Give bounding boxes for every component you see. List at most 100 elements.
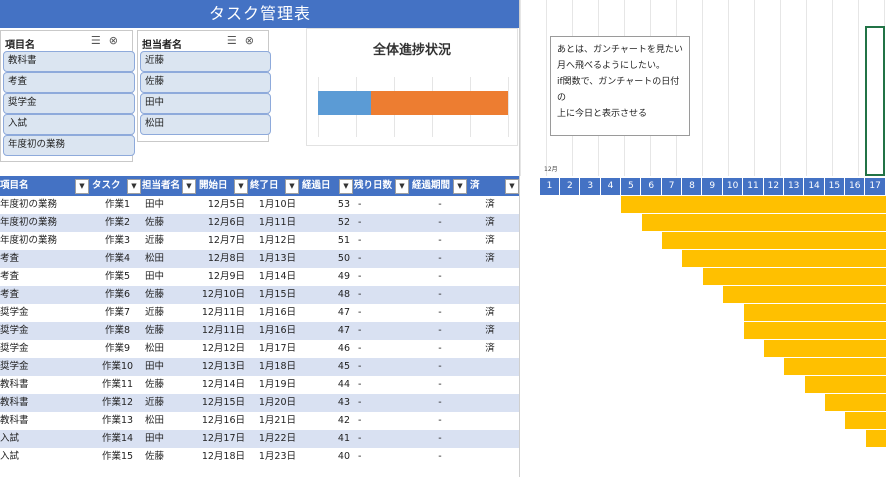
note-textbox[interactable]: あとは、ガンチャートを見たい 月へ飛べるようにしたい。 if関数で、ガンチャート… [550,36,690,136]
filter-dropdown-icon[interactable]: ▼ [75,179,89,194]
table-cell[interactable]: 40 [306,448,350,466]
table-cell[interactable]: - [412,250,468,268]
table-cell[interactable]: 41 [306,430,350,448]
table-cell[interactable]: 教科書 [0,376,88,394]
table-row[interactable]: 教科書 作業13 松田 12月16日 1月21日 42- - [0,412,520,431]
table-cell[interactable]: - [358,214,408,232]
multi-select-icon[interactable]: ☰ [91,34,109,47]
table-cell[interactable]: 年度初の業務 [0,214,88,232]
table-cell[interactable]: 入試 [0,430,88,448]
table-cell[interactable]: 12月9日 [199,268,245,286]
table-cell[interactable]: 済 [470,322,510,340]
table-cell[interactable]: - [412,196,468,214]
table-cell[interactable]: 佐藤 [145,214,195,232]
table-cell[interactable]: - [412,214,468,232]
table-cell[interactable]: - [358,358,408,376]
table-cell[interactable] [470,448,510,466]
filter-dropdown-icon[interactable]: ▼ [127,179,141,194]
table-cell[interactable]: - [412,304,468,322]
table-cell[interactable]: 作業14 [95,430,140,448]
table-cell[interactable]: 作業7 [95,304,140,322]
table-cell[interactable]: 作業9 [95,340,140,358]
table-cell[interactable]: 53 [306,196,350,214]
table-cell[interactable]: - [412,376,468,394]
slicer-option[interactable]: 近藤 [140,51,271,72]
table-cell[interactable]: 奨学金 [0,340,88,358]
table-cell[interactable]: 作業12 [95,394,140,412]
table-cell[interactable]: 1月22日 [252,430,296,448]
table-cell[interactable]: 43 [306,394,350,412]
table-cell[interactable]: 12月12日 [199,340,245,358]
table-cell[interactable]: 済 [470,304,510,322]
filter-dropdown-icon[interactable]: ▼ [505,179,519,194]
table-cell[interactable]: 佐藤 [145,376,195,394]
table-cell[interactable]: 松田 [145,412,195,430]
table-cell[interactable]: 田中 [145,430,195,448]
chart-bar-segment[interactable] [318,91,372,115]
table-cell[interactable]: - [412,412,468,430]
table-cell[interactable]: 47 [306,304,350,322]
slicer-option[interactable]: 入試 [3,114,135,135]
table-cell[interactable]: 1月16日 [252,304,296,322]
slicer-item-name[interactable]: 項目名 ☰⊗ 教科書 考査 奨学金 入試 年度初の業務 [0,30,135,162]
table-cell[interactable]: 12月5日 [199,196,245,214]
table-cell[interactable]: 1月13日 [252,250,296,268]
filter-dropdown-icon[interactable]: ▼ [182,179,196,194]
table-cell[interactable]: 田中 [145,268,195,286]
table-cell[interactable]: 済 [470,196,510,214]
table-cell[interactable]: - [358,340,408,358]
table-cell[interactable] [470,358,510,376]
table-cell[interactable]: - [358,250,408,268]
table-cell[interactable]: 入試 [0,448,88,466]
table-cell[interactable]: 47 [306,322,350,340]
table-cell[interactable]: 作業8 [95,322,140,340]
table-cell[interactable]: 作業6 [95,286,140,304]
slicer-option[interactable]: 松田 [140,114,271,135]
table-cell[interactable]: 12月8日 [199,250,245,268]
table-cell[interactable]: 作業2 [95,214,140,232]
table-cell[interactable]: 田中 [145,358,195,376]
table-cell[interactable]: 12月16日 [199,412,245,430]
table-cell[interactable]: 51 [306,232,350,250]
table-cell[interactable] [470,412,510,430]
table-cell[interactable]: 1月16日 [252,322,296,340]
table-cell[interactable]: 佐藤 [145,448,195,466]
table-cell[interactable]: - [358,430,408,448]
table-cell[interactable]: - [412,268,468,286]
slicer-option[interactable]: 佐藤 [140,72,271,93]
table-cell[interactable]: - [358,268,408,286]
table-cell[interactable]: 佐藤 [145,286,195,304]
filter-dropdown-icon[interactable]: ▼ [234,179,248,194]
table-cell[interactable]: 1月20日 [252,394,296,412]
table-cell[interactable]: 12月7日 [199,232,245,250]
table-cell[interactable]: 田中 [145,196,195,214]
table-cell[interactable]: - [358,286,408,304]
table-cell[interactable]: 考査 [0,268,88,286]
table-cell[interactable]: 教科書 [0,412,88,430]
slicer-option[interactable]: 考査 [3,72,135,93]
table-cell[interactable]: 年度初の業務 [0,196,88,214]
table-cell[interactable]: - [358,394,408,412]
table-row[interactable]: 奨学金 作業9 松田 12月12日 1月17日 46- - 済 [0,340,520,359]
table-row[interactable]: 考査 作業4 松田 12月8日 1月13日 50- - 済 [0,250,520,269]
table-cell[interactable]: 作業13 [95,412,140,430]
table-cell[interactable]: 松田 [145,250,195,268]
table-cell[interactable]: 45 [306,358,350,376]
table-cell[interactable]: 12月11日 [199,304,245,322]
table-cell[interactable]: 12月18日 [199,448,245,466]
table-cell[interactable]: 48 [306,286,350,304]
table-cell[interactable] [470,394,510,412]
slicer-option[interactable]: 奨学金 [3,93,135,114]
table-cell[interactable]: 1月21日 [252,412,296,430]
table-cell[interactable]: 1月12日 [252,232,296,250]
table-cell[interactable]: 12月10日 [199,286,245,304]
table-cell[interactable]: - [358,448,408,466]
filter-dropdown-icon[interactable]: ▼ [453,179,467,194]
progress-chart[interactable]: 全体進捗状況 [306,28,518,146]
table-cell[interactable]: 12月15日 [199,394,245,412]
table-cell[interactable]: - [412,358,468,376]
table-cell[interactable]: - [358,196,408,214]
table-cell[interactable]: 作業5 [95,268,140,286]
table-row[interactable]: 年度初の業務 作業3 近藤 12月7日 1月12日 51- - 済 [0,232,520,251]
table-cell[interactable]: 12月11日 [199,322,245,340]
